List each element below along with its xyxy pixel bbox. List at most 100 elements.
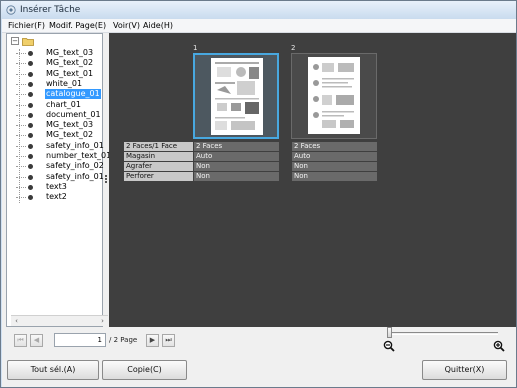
tree-item[interactable]: chart_01 xyxy=(15,100,103,110)
tree-item-label: text2 xyxy=(46,192,67,202)
page-1-properties: 2 Faces/1 Face 2 Faces Magasin Auto Agrafe… xyxy=(123,141,280,182)
job-bullet-icon xyxy=(28,51,33,56)
tree-connector xyxy=(16,197,26,199)
tree-connector xyxy=(16,125,26,127)
scroll-left-icon[interactable]: ‹ xyxy=(12,317,21,326)
menu-voir[interactable]: Voir(V) xyxy=(113,21,140,30)
quit-button[interactable]: Quitter(X) xyxy=(422,360,507,380)
job-bullet-icon xyxy=(28,154,33,159)
tree-item[interactable]: white_01 xyxy=(15,79,103,89)
select-all-button[interactable]: Tout sél.(A) xyxy=(7,360,99,380)
tree-connector xyxy=(16,114,26,116)
panel-splitter[interactable] xyxy=(105,175,107,187)
first-page-button[interactable]: ⏮ xyxy=(14,334,27,347)
tree-connector xyxy=(16,83,26,85)
job-bullet-icon xyxy=(28,92,33,98)
tree-connector xyxy=(16,166,26,168)
page-2-properties: 2 Faces Auto Non Non xyxy=(291,141,378,182)
menu-modif-page[interactable]: Modif. Page(E) xyxy=(49,21,106,30)
tree-item-label: number_text_01 xyxy=(46,151,112,160)
job-bullet-icon xyxy=(28,143,33,149)
page-2-punch: Non xyxy=(291,171,378,182)
tree-item[interactable]: catalogue_01 xyxy=(15,89,103,100)
tree-item[interactable]: number_text_01 xyxy=(15,151,111,161)
insert-job-window: Insérer Tâche Fichier(F) Modif. Page(E) … xyxy=(0,0,517,388)
tree-connector xyxy=(16,94,26,96)
tree-item-label: MG_text_02 xyxy=(46,130,94,140)
page-1-number: 1 xyxy=(193,44,198,52)
page-1-tray: Auto xyxy=(193,151,280,162)
app-icon xyxy=(6,5,16,15)
tree-horizontal-scrollbar[interactable]: ‹ › xyxy=(11,315,108,326)
tree-connector xyxy=(16,53,26,54)
job-bullet-icon xyxy=(28,123,33,129)
tree-item-label: catalogue_01 xyxy=(45,89,101,100)
job-tree-panel[interactable]: − MG_text_03 MG_text_02 MG_text_01 white_01… xyxy=(6,33,111,327)
job-bullet-icon xyxy=(28,174,33,180)
job-bullet-icon xyxy=(28,184,33,190)
scroll-right-icon[interactable]: › xyxy=(98,317,107,326)
tree-item-label: MG_text_02 xyxy=(46,58,94,68)
page-preview-area: 1 2 2 Faces/1 Face 2 Faces Magasin Auto … xyxy=(109,33,516,327)
tree-item[interactable]: safety_info_01 xyxy=(15,140,104,151)
page-1-thumbnail[interactable] xyxy=(193,53,279,139)
tree-connector xyxy=(16,104,26,106)
tree-item[interactable]: safety_info_01 xyxy=(15,172,104,182)
tree-item-label: safety_info_01 xyxy=(46,140,104,150)
page-2-duplex: 2 Faces xyxy=(291,141,378,152)
tree-connector xyxy=(16,186,26,188)
zoom-in-icon[interactable] xyxy=(493,340,505,352)
tree-item-label: MG_text_03 xyxy=(46,48,94,57)
collapse-icon[interactable]: − xyxy=(11,37,19,45)
page-number-input[interactable]: 1 xyxy=(54,333,106,347)
tree-connector xyxy=(16,176,26,178)
job-bullet-icon xyxy=(28,112,33,118)
page-2-thumbnail[interactable] xyxy=(291,53,377,139)
copy-button[interactable]: Copie(C) xyxy=(102,360,187,380)
page-2-staple: Non xyxy=(291,161,378,172)
tree-item-label: text3 xyxy=(46,181,67,191)
prop-key-staple: Agrafer xyxy=(123,161,194,172)
page-1-staple: Non xyxy=(193,161,280,172)
tree-item[interactable]: text3 xyxy=(15,182,103,192)
tree-item[interactable]: text2 xyxy=(15,192,103,202)
menu-fichier[interactable]: Fichier(F) xyxy=(8,21,45,30)
tree-item[interactable]: MG_text_01 xyxy=(15,69,103,79)
client-area: − MG_text_03 MG_text_02 MG_text_01 white_01… xyxy=(2,33,516,387)
tree-item[interactable]: MG_text_02 xyxy=(15,58,103,68)
tree-connector xyxy=(16,145,26,147)
prop-key-tray: Magasin xyxy=(123,151,194,162)
job-bullet-icon xyxy=(28,61,33,67)
last-page-button[interactable]: ⏭ xyxy=(162,334,175,347)
tree-item-label: MG_text_03 xyxy=(46,120,94,130)
tree-connector xyxy=(16,73,26,75)
tree-item-label: document_01 xyxy=(46,109,101,119)
title-bar: Insérer Tâche xyxy=(1,1,516,19)
prev-page-button[interactable]: ◀ xyxy=(30,334,43,347)
zoom-slider-track[interactable] xyxy=(390,332,498,335)
tree-item[interactable]: MG_text_03 xyxy=(15,48,103,58)
tree-connector xyxy=(16,135,26,137)
next-page-button[interactable]: ▶ xyxy=(146,334,159,347)
tree-item-label: MG_text_01 xyxy=(46,68,94,78)
page-1-paper xyxy=(211,58,263,135)
tree-item[interactable]: MG_text_03 xyxy=(15,120,103,130)
job-bullet-icon xyxy=(28,164,33,170)
job-bullet-icon xyxy=(28,81,33,87)
tree-item[interactable]: safety_info_02 xyxy=(15,161,104,171)
job-bullet-icon xyxy=(28,133,33,139)
page-2-paper xyxy=(308,57,360,134)
page-1-punch: Non xyxy=(193,171,280,182)
tree-item[interactable]: document_01 xyxy=(15,110,103,120)
menu-bar: Fichier(F) Modif. Page(E) Voir(V) Aide(H… xyxy=(2,19,516,33)
tree-item-label: white_01 xyxy=(46,78,83,88)
job-bullet-icon xyxy=(28,195,33,201)
zoom-slider-thumb[interactable] xyxy=(387,327,392,338)
job-bullet-icon xyxy=(28,102,33,108)
prop-key-punch: Perforer xyxy=(123,171,194,182)
folder-icon xyxy=(22,38,34,46)
menu-aide[interactable]: Aide(H) xyxy=(143,21,173,30)
tree-item[interactable]: MG_text_02 xyxy=(15,130,103,140)
zoom-out-icon[interactable] xyxy=(383,340,395,352)
page-2-tray: Auto xyxy=(291,151,378,162)
